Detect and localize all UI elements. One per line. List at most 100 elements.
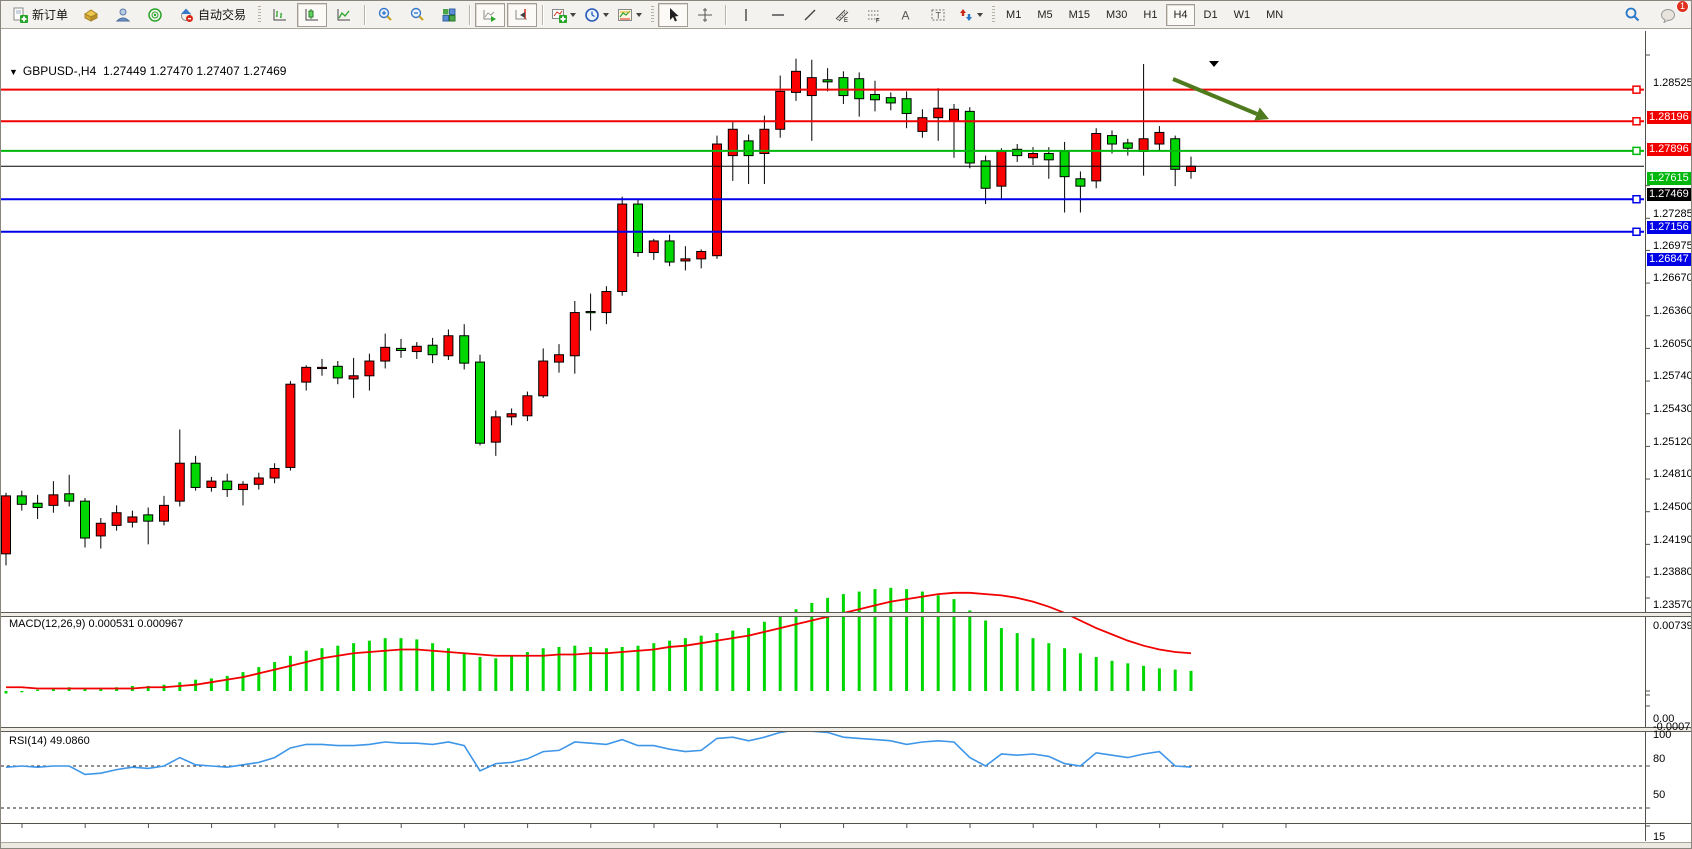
candle-body [555, 355, 564, 362]
macd-histogram-bar [210, 678, 213, 691]
macd-histogram-bar [479, 657, 482, 691]
macd-histogram-bar [257, 667, 260, 691]
toolbar-grip[interactable] [258, 6, 261, 24]
tf-button-h4[interactable]: H4 [1166, 4, 1194, 26]
price-line-badge: 1.27615 [1647, 172, 1692, 185]
candlestick [602, 286, 611, 324]
horizontal-line-icon [770, 7, 786, 23]
candle-body [918, 118, 927, 132]
alerts-button[interactable] [140, 3, 170, 27]
zoom-out-button[interactable] [402, 3, 432, 27]
candle-body [381, 347, 390, 361]
rsi-tick-label: 80 [1653, 753, 1665, 765]
candlestick [886, 92, 895, 110]
hline-handle[interactable] [1633, 196, 1640, 203]
candle-body [270, 468, 279, 477]
pane-separator[interactable] [1, 727, 1692, 732]
candle-body [871, 95, 880, 100]
new-order-button[interactable]: 新订单 [6, 3, 74, 27]
toolbar-grip[interactable] [651, 6, 654, 24]
mt4-window: 新订单 自动交易 [0, 0, 1692, 849]
trend-arrow[interactable] [1173, 79, 1257, 114]
candle-body [365, 361, 374, 376]
fibonacci-button[interactable]: F [859, 3, 889, 27]
text-button[interactable]: A [891, 3, 921, 27]
macd-histogram-bar [1142, 666, 1145, 691]
autotrade-button[interactable]: 自动交易 [172, 3, 252, 27]
price-tick-label: 1.26975 [1653, 240, 1692, 252]
cursor-button[interactable] [658, 3, 688, 27]
candle-body [981, 161, 990, 188]
candlestick [713, 136, 722, 259]
notifications-button[interactable]: 1 [1654, 3, 1684, 27]
equidistant-channel-button[interactable]: E [827, 3, 857, 27]
candlestick [365, 354, 374, 391]
rsi-tick-label: 100 [1653, 729, 1671, 741]
price-tick-label: 1.24190 [1653, 534, 1692, 546]
profiles-button[interactable] [108, 3, 138, 27]
hline-handle[interactable] [1633, 86, 1640, 93]
tf-button-mn[interactable]: MN [1259, 4, 1290, 26]
price-tick-label: 1.23570 [1653, 599, 1692, 611]
toolbar-grip[interactable] [992, 6, 995, 24]
crosshair-button[interactable] [690, 3, 720, 27]
bar-chart-icon [272, 7, 288, 23]
pane-separator[interactable] [1, 612, 1692, 617]
candlestick-chart-button[interactable] [297, 3, 327, 27]
chart-window[interactable]: ▼GBPUSD-,H4 1.27449 1.27470 1.27407 1.27… [1, 29, 1692, 841]
candle-body [697, 251, 706, 258]
candle-body [1171, 139, 1180, 170]
market-watch-button[interactable] [76, 3, 106, 27]
tf-button-w1[interactable]: W1 [1227, 4, 1258, 26]
candlestick [302, 365, 311, 390]
candle-body [634, 204, 643, 252]
hline-handle[interactable] [1633, 147, 1640, 154]
macd-histogram-bar [842, 594, 845, 691]
vertical-line-button[interactable] [731, 3, 761, 27]
hline-handle[interactable] [1633, 118, 1640, 125]
gold-box-icon [83, 7, 99, 23]
line-chart-button[interactable] [329, 3, 359, 27]
text-a-icon: A [898, 7, 914, 23]
horizontal-line-button[interactable] [763, 3, 793, 27]
tf-button-m30[interactable]: M30 [1099, 4, 1134, 26]
macd-histogram-bar [273, 662, 276, 691]
candlestick [760, 116, 769, 184]
line-chart-icon [336, 7, 352, 23]
text-label-button[interactable]: T [923, 3, 953, 27]
auto-scroll-button[interactable] [475, 3, 505, 27]
tf-button-m5[interactable]: M5 [1030, 4, 1059, 26]
indicators-button[interactable] [548, 3, 579, 27]
search-button[interactable] [1617, 3, 1647, 27]
tf-button-h1[interactable]: H1 [1136, 4, 1164, 26]
arrows-button[interactable] [955, 3, 986, 27]
candlestick [33, 495, 42, 519]
trendline-button[interactable] [795, 3, 825, 27]
tf-button-m1[interactable]: M1 [999, 4, 1028, 26]
tile-windows-button[interactable] [434, 3, 464, 27]
macd-histogram-bar [1174, 670, 1177, 691]
cursor-arrow-icon [665, 7, 681, 23]
chart-shift-marker-icon[interactable] [1209, 61, 1219, 67]
tf-button-d1[interactable]: D1 [1197, 4, 1225, 26]
candlestick [175, 430, 184, 507]
macd-histogram-bar [731, 631, 734, 691]
bar-chart-button[interactable] [265, 3, 295, 27]
macd-histogram-bar [1158, 668, 1161, 691]
candle-body [523, 396, 532, 416]
hline-handle[interactable] [1633, 228, 1640, 235]
chart-dropdown-icon[interactable]: ▼ [9, 67, 18, 77]
tf-button-m15[interactable]: M15 [1062, 4, 1097, 26]
chart-shift-button[interactable] [507, 3, 537, 27]
trend-arrow-head[interactable] [1254, 108, 1271, 126]
candle-body [823, 80, 832, 82]
periods-button[interactable] [581, 3, 612, 27]
zoom-in-button[interactable] [370, 3, 400, 27]
indicators-icon [551, 7, 567, 23]
macd-histogram-bar [1190, 671, 1193, 691]
candlestick [191, 456, 200, 491]
chart-canvas[interactable] [1, 29, 1692, 849]
macd-histogram-bar [1047, 643, 1050, 691]
candlestick [570, 301, 579, 374]
templates-button[interactable] [614, 3, 645, 27]
